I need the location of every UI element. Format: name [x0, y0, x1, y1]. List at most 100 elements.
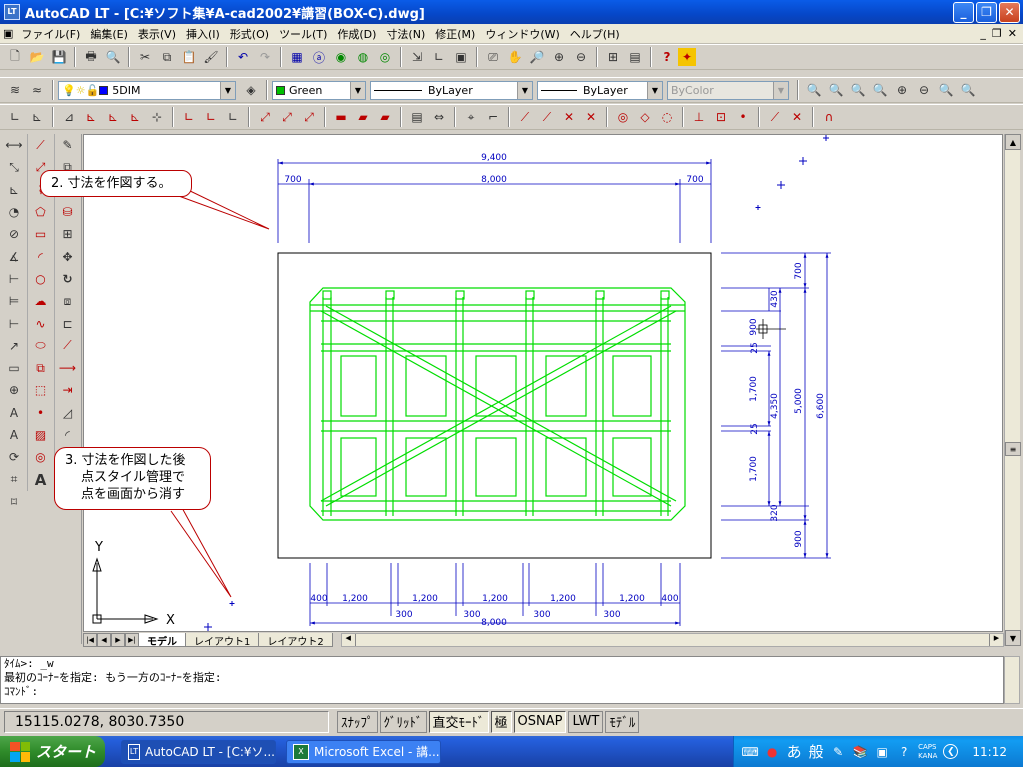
menu-help[interactable]: ヘルプ(H)	[565, 26, 625, 42]
tab-prev-button[interactable]: ◀	[97, 633, 111, 647]
ucs-3point-icon[interactable]: ⊾	[102, 106, 124, 128]
viewport-icon[interactable]: ▬	[330, 106, 352, 128]
match-properties-icon[interactable]: 🖌	[200, 46, 222, 68]
web-3-icon[interactable]: ◎	[374, 46, 396, 68]
zoom-in-icon[interactable]: ⊕	[891, 79, 913, 101]
dim-diameter-icon[interactable]: ⊘	[3, 223, 25, 245]
linetype-select[interactable]: ByLayer ▼	[370, 80, 533, 100]
menu-view[interactable]: 表示(V)	[133, 26, 181, 42]
snap-midpoint-icon[interactable]: ⟋	[536, 106, 558, 128]
stretch-icon[interactable]: ⊏	[57, 312, 79, 334]
menu-window[interactable]: ウィンドウ(W)	[480, 26, 564, 42]
web-2-icon[interactable]: ◍	[352, 46, 374, 68]
zoom-realtime-icon[interactable]: 🔎	[526, 46, 548, 68]
offset-icon[interactable]: ⛁	[57, 201, 79, 223]
task-autocad[interactable]: LT AutoCAD LT - [C:¥ソ...	[121, 739, 276, 764]
command-prompt[interactable]: ｺﾏﾝﾄﾞ:	[4, 685, 1003, 699]
ucs-view-icon[interactable]: ⊹	[146, 106, 168, 128]
doc-minimize-button[interactable]: _	[980, 27, 986, 40]
dim-override-icon[interactable]: ⌑	[3, 491, 25, 513]
preview-icon[interactable]: 🔍	[102, 46, 124, 68]
redo-icon[interactable]: ↷	[254, 46, 276, 68]
snap-apparent-icon[interactable]: ✕	[580, 106, 602, 128]
tables-icon[interactable]: ▤	[624, 46, 646, 68]
layout-icon[interactable]: ⊞	[602, 46, 624, 68]
ime-general[interactable]: 般	[808, 743, 824, 761]
move-icon[interactable]: ✥	[57, 245, 79, 267]
array-icon[interactable]: ⊞	[57, 223, 79, 245]
dim-quick-icon[interactable]: ⊢	[3, 268, 25, 290]
web-icon[interactable]: ◉	[330, 46, 352, 68]
rectangle-icon[interactable]: ▭	[30, 223, 52, 245]
model-toggle[interactable]: ﾓﾃﾞﾙ	[605, 710, 640, 733]
ucs-3-icon[interactable]: ∟	[222, 106, 244, 128]
spline-icon[interactable]: ∿	[30, 312, 52, 334]
zoom-center-icon[interactable]: 🔍	[869, 79, 891, 101]
ime-props-icon[interactable]: ▣	[874, 744, 890, 760]
dim-continue-icon[interactable]: ⊢	[3, 312, 25, 334]
help-tray-icon[interactable]: ?	[896, 744, 912, 760]
polygon-icon[interactable]: ⬠	[30, 201, 52, 223]
chamfer-icon[interactable]: ◿	[57, 402, 79, 424]
snap-insert-icon[interactable]: ⊡	[710, 106, 732, 128]
snap-intersection-icon[interactable]: ✕	[558, 106, 580, 128]
menu-insert[interactable]: 挿入(I)	[181, 26, 225, 42]
new-icon[interactable]: 🗋	[4, 46, 26, 68]
polar-toggle[interactable]: 極	[490, 710, 512, 733]
revcloud-icon[interactable]: ☁	[30, 290, 52, 312]
trim-icon[interactable]: ⟋	[57, 335, 79, 357]
ucs-world-icon[interactable]: ⊿	[58, 106, 80, 128]
insert-block-icon[interactable]: ⧉	[30, 357, 52, 379]
snap-perpendicular-icon[interactable]: ⊥	[688, 106, 710, 128]
menu-format[interactable]: 形式(O)	[225, 26, 274, 42]
undo-icon[interactable]: ↶	[232, 46, 254, 68]
zoom-all-icon[interactable]: 🔍	[935, 79, 957, 101]
drawing-canvas[interactable]: 9,400 8,000 700 700 700 430 900 25 1,700…	[83, 134, 1003, 632]
ucs-origin-icon[interactable]: ⊾	[80, 106, 102, 128]
ime-mode-icon[interactable]: ●	[764, 744, 780, 760]
properties-icon[interactable]: ▣	[450, 46, 472, 68]
menu-file[interactable]: ファイル(F)	[16, 26, 85, 42]
doc-restore-button[interactable]: ❐	[992, 27, 1002, 40]
pick-icon[interactable]: ⇲	[406, 46, 428, 68]
dim-baseline-icon[interactable]: ⊨	[3, 290, 25, 312]
layer-previous-icon[interactable]: ≈	[26, 79, 48, 101]
minimize-button[interactable]: _	[953, 1, 974, 23]
break-icon[interactable]: ⇥	[57, 379, 79, 401]
dim-textedit-icon[interactable]: A	[3, 424, 25, 446]
zoom-scale-icon[interactable]: 🔍	[847, 79, 869, 101]
print-icon[interactable]: 🖶	[80, 46, 102, 68]
vertical-scrollbar[interactable]: ▲ ≡ ▼	[1004, 134, 1021, 646]
lineweight-select[interactable]: ByLayer ▼	[537, 80, 663, 100]
coordinates-display[interactable]: 15115.0278, 8030.7350	[4, 710, 329, 733]
tab-model[interactable]: モデル	[138, 633, 186, 648]
cut-icon[interactable]: ✂	[134, 46, 156, 68]
ime-hiragana[interactable]: あ	[786, 743, 802, 761]
ucs-z-icon[interactable]: ∟	[200, 106, 222, 128]
scroll-up-button[interactable]: ▲	[1005, 134, 1021, 150]
snap-toggle[interactable]: ｽﾅｯﾌﾟ	[337, 710, 378, 733]
mtext-icon[interactable]: A	[30, 468, 52, 490]
horizontal-scrollbar[interactable]: ◀ ▶	[340, 633, 1004, 647]
dim-style-icon[interactable]: ⌗	[3, 468, 25, 490]
region-icon[interactable]: ◎	[30, 446, 52, 468]
menu-dimension[interactable]: 寸法(N)	[381, 26, 430, 42]
scale-icon[interactable]: ⧈	[57, 290, 79, 312]
ellipse-icon[interactable]: ⬭	[30, 335, 52, 357]
scroll-down-button[interactable]: ▼	[1005, 630, 1021, 646]
doc-close-button[interactable]: ✕	[1008, 27, 1017, 40]
dim-leader-icon[interactable]: ↗	[3, 335, 25, 357]
menu-edit[interactable]: 編集(E)	[85, 26, 133, 42]
ucs-object-icon[interactable]: ⊾	[124, 106, 146, 128]
zoom-previous-icon[interactable]: ⊖	[570, 46, 592, 68]
doc-icon[interactable]: ▣	[0, 27, 16, 40]
help-icon[interactable]: ?	[656, 46, 678, 68]
tab-layout1[interactable]: レイアウト1	[185, 633, 260, 648]
today-icon[interactable]: ⓐ	[308, 46, 330, 68]
command-scrollbar[interactable]	[1004, 656, 1020, 704]
ime-dict-icon[interactable]: 📚	[852, 744, 868, 760]
copy-icon[interactable]: ⧉	[156, 46, 178, 68]
rotate-icon[interactable]: ↻	[57, 268, 79, 290]
close-button[interactable]: ✕	[999, 1, 1020, 23]
list-icon[interactable]: ▤	[406, 106, 428, 128]
